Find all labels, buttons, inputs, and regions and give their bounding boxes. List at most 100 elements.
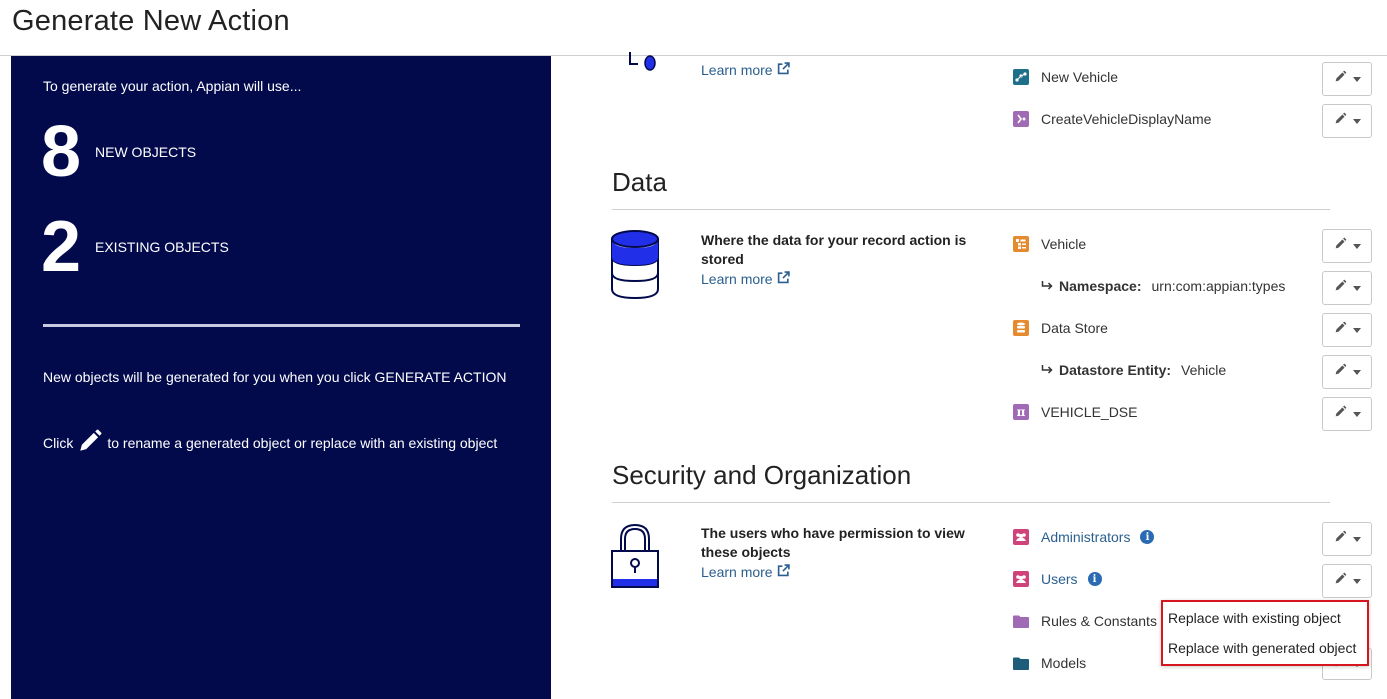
caret-down-icon — [1352, 243, 1361, 249]
pencil-icon — [1334, 112, 1347, 130]
page-title: Generate New Action — [12, 5, 290, 37]
sub-arrow-icon — [1041, 362, 1053, 378]
existing-objects-label: EXISTING OBJECTS — [95, 239, 229, 255]
existing-objects-stat: 2 EXISTING OBJECTS — [41, 211, 229, 283]
learn-more-text[interactable]: Learn more — [701, 62, 773, 78]
group-icon — [1013, 529, 1029, 545]
lock-illustration-icon — [611, 523, 659, 594]
caret-down-icon — [1352, 118, 1361, 124]
learn-more-link-process[interactable]: Learn more — [701, 62, 790, 78]
section-divider — [612, 502, 1330, 503]
pencil-icon — [1334, 530, 1347, 548]
object-vehicle-dse: π VEHICLE_DSE — [1013, 402, 1137, 422]
object-name-link[interactable]: Administrators — [1041, 529, 1130, 545]
replace-options-menu: Replace with existing object Replace wit… — [1161, 600, 1369, 666]
new-objects-count: 8 — [41, 112, 82, 192]
object-name: Vehicle — [1041, 236, 1087, 252]
section-divider — [612, 209, 1330, 210]
namespace-row: Namespace: urn:com:appian:types — [1041, 276, 1285, 296]
object-name-link[interactable]: Users — [1041, 571, 1078, 587]
pencil-icon — [1334, 279, 1347, 297]
edit-dropdown-button-active[interactable] — [1322, 564, 1372, 598]
caret-down-icon — [1352, 578, 1361, 584]
rename-note-prefix: Click — [43, 434, 74, 451]
external-link-icon — [777, 564, 790, 580]
caret-down-icon — [1352, 327, 1361, 333]
learn-more-link-security[interactable]: Learn more — [701, 564, 790, 580]
learn-more-text[interactable]: Learn more — [701, 564, 773, 580]
pencil-icon — [1334, 572, 1347, 590]
data-description: Where the data for your record action is… — [701, 232, 967, 267]
object-name: New Vehicle — [1041, 69, 1119, 85]
rename-note: Click to rename a generated object or re… — [43, 428, 497, 457]
pencil-icon — [77, 428, 103, 457]
object-rules-constants-folder: Rules & Constants — [1013, 611, 1157, 631]
learn-more-link-data[interactable]: Learn more — [701, 271, 790, 287]
section-title-security: Security and Organization — [612, 460, 912, 490]
generate-note: New objects will be generated for you wh… — [43, 369, 507, 385]
existing-objects-count: 2 — [41, 207, 82, 287]
object-create-vehicle-display-name: CreateVehicleDisplayName — [1013, 109, 1211, 129]
page-header: Generate New Action — [0, 0, 1387, 56]
section-title-data: Data — [612, 167, 667, 197]
object-users: Users i — [1013, 569, 1102, 589]
pencil-icon — [1334, 70, 1347, 88]
data-type-icon — [1013, 236, 1029, 252]
summary-intro: To generate your action, Appian will use… — [43, 78, 302, 94]
info-icon[interactable]: i — [1087, 572, 1102, 586]
learn-more-text[interactable]: Learn more — [701, 271, 773, 287]
object-name: CreateVehicleDisplayName — [1041, 111, 1212, 127]
object-name: VEHICLE_DSE — [1041, 404, 1138, 420]
summary-divider — [43, 324, 520, 327]
object-models-folder: Models — [1013, 653, 1086, 673]
menu-item-replace-existing[interactable]: Replace with existing object — [1168, 610, 1341, 626]
pencil-icon — [1334, 405, 1347, 423]
object-vehicle-data-type: Vehicle — [1013, 234, 1086, 254]
edit-dropdown-button[interactable] — [1322, 355, 1372, 389]
edit-dropdown-button[interactable] — [1322, 229, 1372, 263]
pencil-icon — [1334, 321, 1347, 339]
datastore-entity-row: Datastore Entity: Vehicle — [1041, 360, 1226, 380]
sub-arrow-icon — [1041, 278, 1053, 294]
objects-list: Learn more New Vehicle CreateVehicleDisp… — [551, 52, 1387, 699]
object-name: Models — [1041, 655, 1087, 671]
summary-panel: To generate your action, Appian will use… — [11, 56, 551, 699]
expression-rule-icon — [1013, 111, 1029, 127]
object-name: Rules & Constants — [1041, 613, 1157, 629]
caret-down-icon — [1352, 285, 1361, 291]
constant-icon: π — [1013, 404, 1029, 420]
object-administrators: Administrators i — [1013, 527, 1155, 547]
folder-icon — [1013, 613, 1029, 629]
caret-down-icon — [1352, 76, 1361, 82]
folder-icon — [1013, 655, 1029, 671]
edit-dropdown-button[interactable] — [1322, 397, 1372, 431]
group-icon — [1013, 571, 1029, 587]
database-illustration-icon — [611, 230, 659, 305]
menu-item-replace-generated[interactable]: Replace with generated object — [1168, 640, 1356, 656]
external-link-icon — [777, 271, 790, 287]
security-description: The users who have permission to view th… — [701, 525, 965, 560]
external-link-icon — [777, 62, 790, 78]
caret-down-icon — [1352, 369, 1361, 375]
object-new-vehicle: New Vehicle — [1013, 67, 1118, 87]
datastore-entity-value: Vehicle — [1181, 362, 1227, 378]
datastore-entity-label: Datastore Entity: — [1059, 362, 1172, 378]
edit-dropdown-button[interactable] — [1322, 271, 1372, 305]
process-model-icon — [1013, 69, 1029, 85]
info-icon[interactable]: i — [1140, 530, 1155, 544]
namespace-label: Namespace: — [1059, 278, 1142, 294]
edit-dropdown-button[interactable] — [1322, 62, 1372, 96]
rename-note-suffix: to rename a generated object or replace … — [107, 434, 498, 451]
pencil-icon — [1334, 237, 1347, 255]
edit-dropdown-button[interactable] — [1322, 104, 1372, 138]
new-objects-stat: 8 NEW OBJECTS — [41, 116, 196, 188]
edit-dropdown-button[interactable] — [1322, 522, 1372, 556]
namespace-value: urn:com:appian:types — [1151, 278, 1286, 294]
caret-down-icon — [1352, 411, 1361, 417]
edit-dropdown-button[interactable] — [1322, 313, 1372, 347]
object-name: Data Store — [1041, 320, 1108, 336]
new-objects-label: NEW OBJECTS — [95, 144, 197, 160]
object-data-store: Data Store — [1013, 318, 1108, 338]
data-store-icon — [1013, 320, 1029, 336]
caret-down-icon — [1352, 536, 1361, 542]
